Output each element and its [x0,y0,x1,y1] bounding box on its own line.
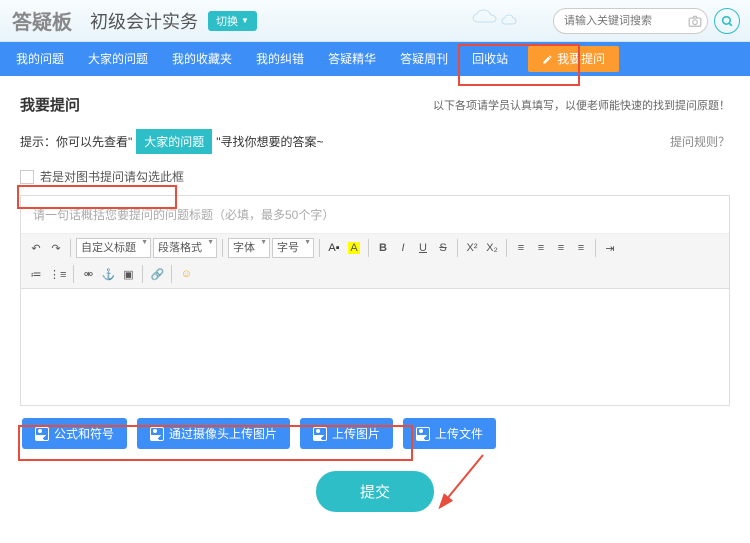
redo-button[interactable]: ↷ [47,238,65,258]
font-select[interactable]: 字体 [228,238,270,258]
align-justify-button[interactable]: ≡ [572,238,590,258]
bold-button[interactable]: B [374,238,392,258]
nav-all-questions[interactable]: 大家的问题 [76,42,160,76]
anchor-button[interactable]: ⚓ [99,264,117,284]
title-input[interactable]: 请一句话概括您要提问的问题标题（必填，最多50个字） [21,196,729,234]
image-icon [313,427,327,441]
tip-tag-link[interactable]: 大家的问题 [136,129,212,154]
switch-button[interactable]: 切换▼ [208,11,257,31]
superscript-button[interactable]: X² [463,238,481,258]
search-button[interactable] [714,8,740,34]
search-input[interactable] [553,8,708,34]
file-upload-button[interactable]: 上传文件 [403,418,496,449]
chevron-down-icon: ▼ [241,16,249,25]
content: 我要提问 以下各项请学员认真填写，以便老师能快速的找到提问原题！ 提示：你可以先… [0,76,750,530]
editor-textarea[interactable] [21,289,729,405]
page-title: 我要提问 [20,94,80,115]
book-checkbox-row: 若是对图书提问请勾选此框 [20,168,730,185]
image-upload-button[interactable]: 上传图片 [300,418,393,449]
editor-toolbar: ↶ ↷ 自定义标题 段落格式 字体 字号 A▪ A B I U S X² X₂ … [21,234,729,289]
image-button[interactable]: ▣ [119,264,137,284]
bgcolor-button[interactable]: A [345,238,363,258]
nav-bar: 我的问题 大家的问题 我的收藏夹 我的纠错 答疑精华 答疑周刊 回收站 我要提问 [0,42,750,76]
nav-corrections[interactable]: 我的纠错 [244,42,316,76]
tip-row: 提示：你可以先查看" 大家的问题 "寻找你想要的答案~ 提问规则？ [20,129,730,154]
page-note: 以下各项请学员认真填写，以便老师能快速的找到提问原题！ [433,97,730,113]
undo-button[interactable]: ↶ [27,238,45,258]
nav-trash[interactable]: 回收站 [460,42,520,76]
style-select[interactable]: 自定义标题 [76,238,151,258]
upload-row: 公式和符号 通过摄像头上传图片 上传图片 上传文件 [20,418,730,449]
align-left-button[interactable]: ≡ [512,238,530,258]
align-center-button[interactable]: ≡ [532,238,550,258]
logo: 答疑板 [12,6,72,35]
nav-essence[interactable]: 答疑精华 [316,42,388,76]
italic-button[interactable]: I [394,238,412,258]
editor-box: 请一句话概括您要提问的问题标题（必填，最多50个字） ↶ ↷ 自定义标题 段落格… [20,195,730,406]
cloud-decoration [470,8,530,33]
search-wrap [553,8,740,34]
paragraph-select[interactable]: 段落格式 [153,238,217,258]
pencil-icon [542,54,553,65]
book-checkbox-label: 若是对图书提问请勾选此框 [40,168,184,185]
color-button[interactable]: A▪ [325,238,343,258]
image-icon [150,427,164,441]
image-icon [35,427,49,441]
align-right-button[interactable]: ≡ [552,238,570,258]
header: 答疑板 初级会计实务 切换▼ [0,0,750,42]
submit-button[interactable]: 提交 [316,471,434,512]
nav-favorites[interactable]: 我的收藏夹 [160,42,244,76]
tip-prefix: 提示：你可以先查看" [20,133,132,150]
strike-button[interactable]: S [434,238,452,258]
camera-icon[interactable] [688,14,702,32]
list-ol-button[interactable]: ⋮≡ [47,264,68,284]
link-button[interactable]: 🔗 [148,264,166,284]
indent-button[interactable]: ⇥ [601,238,619,258]
formula-button[interactable]: 公式和符号 [22,418,127,449]
unlink-button[interactable]: ⚮ [79,264,97,284]
camera-upload-button[interactable]: 通过摄像头上传图片 [137,418,290,449]
search-icon [721,15,734,28]
ask-question-button[interactable]: 我要提问 [528,46,619,72]
nav-my-questions[interactable]: 我的问题 [4,42,76,76]
underline-button[interactable]: U [414,238,432,258]
emoji-button[interactable]: ☺ [177,264,195,284]
tip-suffix: "寻找你想要的答案~ [216,133,323,150]
size-select[interactable]: 字号 [272,238,314,258]
list-ul-button[interactable]: ≔ [27,264,45,284]
subject-title: 初级会计实务 [90,8,198,34]
question-rules-link[interactable]: 提问规则？ [670,133,730,150]
book-checkbox[interactable] [20,170,34,184]
subscript-button[interactable]: X₂ [483,238,501,258]
image-icon [416,427,430,441]
nav-weekly[interactable]: 答疑周刊 [388,42,460,76]
